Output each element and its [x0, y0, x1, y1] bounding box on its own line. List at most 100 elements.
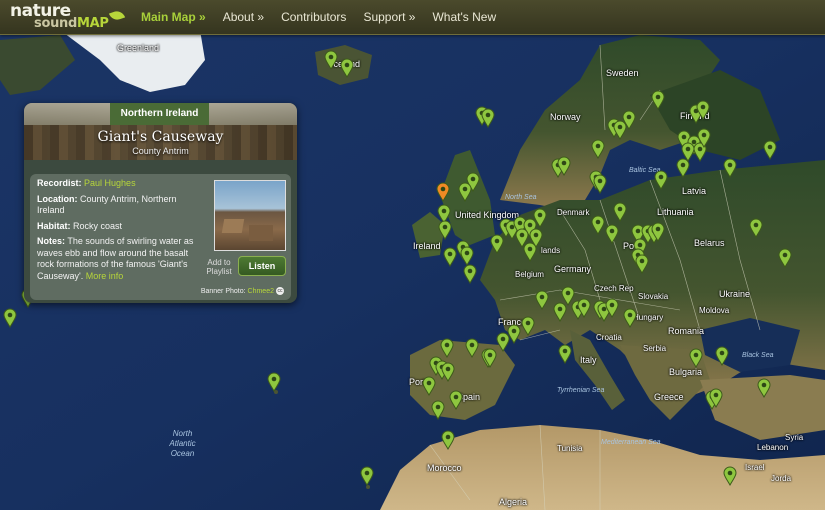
- logo-word-soundmap: soundMAP: [34, 16, 109, 31]
- creative-commons-icon: cc: [276, 287, 284, 295]
- map-pin[interactable]: [458, 182, 472, 202]
- label-belgium: Belgium: [515, 270, 544, 279]
- add-to-playlist-button[interactable]: Add to Playlist: [204, 258, 234, 276]
- map-pin[interactable]: [676, 158, 690, 178]
- label-morocco: Morocco: [427, 463, 462, 473]
- nav-about[interactable]: About »: [223, 10, 264, 24]
- map-pin[interactable]: [778, 248, 792, 268]
- map-pin[interactable]: [577, 298, 591, 318]
- map-pin[interactable]: [591, 139, 605, 159]
- map-pin[interactable]: [431, 400, 445, 420]
- label-ireland: Ireland: [413, 241, 441, 251]
- label-ukraine: Ukraine: [719, 289, 751, 299]
- map-pin[interactable]: [654, 170, 668, 190]
- photo-rock-2: [249, 225, 273, 241]
- map-pin[interactable]: [613, 120, 627, 140]
- nature-sound-map-logo[interactable]: nature soundMAP: [4, 1, 126, 35]
- recording-info-card: Northern Ireland Giant's Causeway County…: [24, 103, 297, 303]
- map-pin[interactable]: [757, 378, 771, 398]
- recordist-link[interactable]: Paul Hughes: [84, 178, 136, 188]
- selected-map-pin[interactable]: [436, 182, 450, 202]
- map-pin[interactable]: [709, 388, 723, 408]
- label-syria: Syria: [785, 433, 804, 442]
- label-norway: Norway: [550, 112, 581, 122]
- map-pin[interactable]: [558, 344, 572, 364]
- label-north-atlantic-line3: Ocean: [170, 449, 195, 458]
- map-pin[interactable]: [715, 346, 729, 366]
- nav-whats-new[interactable]: What's New: [432, 10, 496, 24]
- logo-word-sound: sound: [34, 16, 77, 31]
- label-romania: Romania: [668, 326, 705, 336]
- logo-word-map: MAP: [77, 16, 109, 31]
- map-pin[interactable]: [763, 140, 777, 160]
- map-pin[interactable]: [496, 332, 510, 352]
- map-pin[interactable]: [267, 372, 281, 392]
- map-pin[interactable]: [440, 338, 454, 358]
- label-moldova: Moldova: [699, 306, 730, 315]
- map-pin[interactable]: [613, 202, 627, 222]
- label-black-sea: Black Sea: [742, 352, 774, 359]
- map-pin[interactable]: [340, 58, 354, 78]
- map-pin[interactable]: [463, 264, 477, 284]
- map-pin[interactable]: [605, 298, 619, 318]
- map-pin[interactable]: [483, 348, 497, 368]
- listen-button[interactable]: Listen: [238, 256, 286, 276]
- label-jordan: Jorda: [771, 474, 792, 483]
- label-hungary: Hungary: [633, 313, 664, 322]
- map-pin[interactable]: [465, 338, 479, 358]
- map-pin[interactable]: [441, 362, 455, 382]
- map-pin[interactable]: [3, 308, 17, 328]
- map-pin[interactable]: [723, 466, 737, 486]
- label-lebanon: Lebanon: [757, 443, 789, 452]
- nav-main-map[interactable]: Main Map »: [141, 10, 206, 24]
- map-pin[interactable]: [438, 220, 452, 240]
- map-pin[interactable]: [535, 290, 549, 310]
- map-pin[interactable]: [441, 430, 455, 450]
- recordist-label: Recordist:: [37, 178, 82, 188]
- label-italy: Italy: [580, 355, 597, 365]
- location-label: Location:: [37, 193, 78, 204]
- map-pin[interactable]: [360, 466, 374, 486]
- label-latvia: Latvia: [682, 186, 707, 196]
- label-mediterranean-sea: Mediterranean Sea: [601, 439, 661, 446]
- label-north-atlantic-line2: Atlantic: [169, 439, 196, 448]
- label-sweden: Sweden: [606, 68, 639, 78]
- map-pin[interactable]: [553, 302, 567, 322]
- map-pin[interactable]: [623, 308, 637, 328]
- map-pin[interactable]: [697, 128, 711, 148]
- map-pin[interactable]: [557, 156, 571, 176]
- map-pin[interactable]: [651, 222, 665, 242]
- map-pin[interactable]: [593, 174, 607, 194]
- map-pin[interactable]: [689, 348, 703, 368]
- map-pin[interactable]: [481, 108, 495, 128]
- map-pin[interactable]: [533, 208, 547, 228]
- site-photo[interactable]: [214, 180, 286, 251]
- banner-photo-label: Banner Photo:: [200, 287, 246, 295]
- map-pin[interactable]: [651, 90, 665, 110]
- map-pin[interactable]: [605, 224, 619, 244]
- nav-contributors[interactable]: Contributors: [281, 10, 346, 24]
- label-algeria: Algeria: [499, 497, 528, 507]
- banner-photo-author-link[interactable]: Chmee2: [248, 288, 274, 295]
- map-pin[interactable]: [324, 50, 338, 70]
- label-germany: Germany: [554, 264, 592, 274]
- map-pin[interactable]: [591, 215, 605, 235]
- map-pin[interactable]: [723, 158, 737, 178]
- map-pin[interactable]: [422, 376, 436, 396]
- map-pin[interactable]: [515, 228, 529, 248]
- label-israel: Israel: [745, 463, 765, 472]
- map-pin[interactable]: [460, 246, 474, 266]
- more-info-link[interactable]: More info: [86, 271, 124, 281]
- map-pin[interactable]: [521, 316, 535, 336]
- label-north-sea: North Sea: [505, 194, 537, 201]
- label-czech-rep: Czech Rep: [594, 284, 634, 293]
- notes-label: Notes:: [37, 236, 66, 246]
- map-pin[interactable]: [749, 218, 763, 238]
- label-bulgaria: Bulgaria: [669, 367, 703, 377]
- map-pin[interactable]: [443, 247, 457, 267]
- map-pin[interactable]: [696, 100, 710, 120]
- map-pin[interactable]: [635, 254, 649, 274]
- nav-support[interactable]: Support »: [363, 10, 415, 24]
- map-pin[interactable]: [449, 390, 463, 410]
- site-subtitle: County Antrim: [132, 146, 189, 156]
